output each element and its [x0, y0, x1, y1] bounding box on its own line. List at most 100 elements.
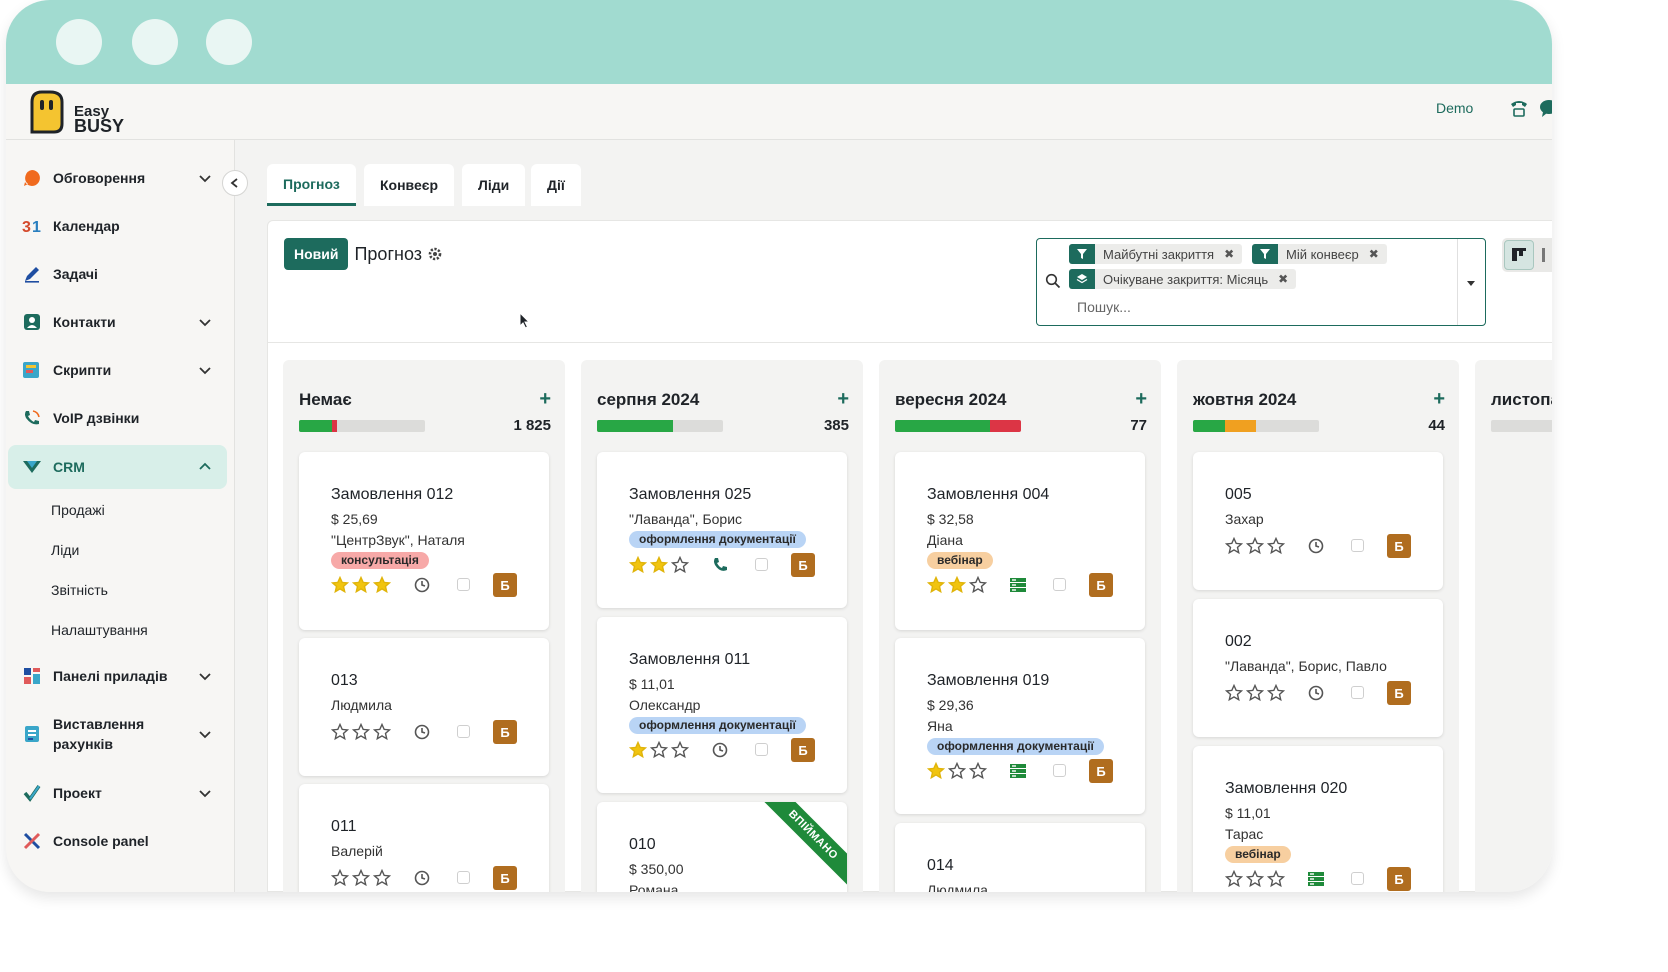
kanban-view-button[interactable]: [1504, 240, 1534, 270]
facet-my-pipeline[interactable]: Мій конвеєр ✖: [1252, 244, 1387, 264]
kanban-card[interactable]: 002 "Лаванда", Борис, Павло Б: [1193, 599, 1443, 737]
checkbox[interactable]: [1053, 764, 1066, 777]
star-empty-icon[interactable]: [671, 741, 689, 759]
phone-icon[interactable]: [711, 556, 729, 574]
sidebar-item-calendar[interactable]: 31 Календар: [8, 204, 227, 248]
new-button[interactable]: Новий: [284, 238, 349, 270]
add-icon[interactable]: +: [1135, 388, 1147, 411]
facet-expected-closing[interactable]: Очікуване закриття: Місяць ✖: [1069, 269, 1297, 289]
tab-leads[interactable]: Ліди: [462, 164, 526, 206]
star-filled-icon[interactable]: [927, 576, 945, 594]
kanban-card[interactable]: 013 Людмила Б: [299, 638, 549, 776]
crm-sub-reporting[interactable]: Звітність: [51, 582, 108, 598]
star-empty-icon[interactable]: [1267, 537, 1285, 555]
window-dot-3[interactable]: [206, 19, 252, 65]
star-empty-icon[interactable]: [352, 723, 370, 741]
star-empty-icon[interactable]: [969, 762, 987, 780]
tab-forecast[interactable]: Прогноз: [267, 164, 356, 206]
kanban-card[interactable]: Замовлення 020 $ 11,01 Тарас вебінар Б: [1193, 746, 1443, 892]
avatar[interactable]: Б: [1387, 681, 1411, 705]
checkbox[interactable]: [755, 743, 768, 756]
star-empty-icon[interactable]: [331, 869, 349, 887]
close-icon[interactable]: ✖: [1278, 272, 1288, 286]
priority-stars[interactable]: [331, 576, 391, 594]
kanban-card[interactable]: 014 Людмила: [895, 823, 1145, 892]
clock-icon[interactable]: [413, 723, 431, 741]
close-icon[interactable]: ✖: [1224, 247, 1234, 261]
window-dot-2[interactable]: [132, 19, 178, 65]
sidebar-item-tasks[interactable]: Задачі: [8, 252, 227, 296]
priority-stars[interactable]: [927, 576, 987, 594]
star-empty-icon[interactable]: [1267, 684, 1285, 702]
priority-stars[interactable]: [331, 723, 391, 741]
star-empty-icon[interactable]: [1246, 870, 1264, 888]
star-empty-icon[interactable]: [1225, 870, 1243, 888]
crm-sub-settings[interactable]: Налаштування: [51, 622, 148, 638]
avatar[interactable]: Б: [791, 553, 815, 577]
crm-sub-sales[interactable]: Продажі: [51, 502, 105, 518]
priority-stars[interactable]: [1225, 684, 1285, 702]
sidebar-item-invoicing[interactable]: Виставлення рахунків: [8, 712, 227, 756]
search-panel[interactable]: Майбутні закриття ✖ Мій конвеєр ✖ Очікув…: [1036, 238, 1486, 326]
clock-icon[interactable]: [711, 741, 729, 759]
star-filled-icon[interactable]: [650, 556, 668, 574]
sidebar-item-dashboards[interactable]: Панелі приладів: [8, 654, 227, 698]
star-empty-icon[interactable]: [1246, 537, 1264, 555]
star-filled-icon[interactable]: [629, 741, 647, 759]
gear-icon[interactable]: [428, 247, 442, 261]
priority-stars[interactable]: [1225, 870, 1285, 888]
activity-list-icon[interactable]: [1009, 762, 1027, 780]
checkbox[interactable]: [1351, 686, 1364, 699]
tab-activities[interactable]: Дії: [531, 164, 581, 206]
priority-stars[interactable]: [629, 556, 689, 574]
star-empty-icon[interactable]: [1225, 684, 1243, 702]
star-empty-icon[interactable]: [948, 762, 966, 780]
column-progress-bar[interactable]: [299, 420, 425, 432]
company-name[interactable]: Demo: [1436, 100, 1473, 116]
star-empty-icon[interactable]: [650, 741, 668, 759]
avatar[interactable]: Б: [791, 738, 815, 762]
checkbox[interactable]: [1053, 578, 1066, 591]
checkbox[interactable]: [755, 558, 768, 571]
star-filled-icon[interactable]: [948, 576, 966, 594]
column-progress-bar[interactable]: [1491, 420, 1552, 432]
priority-stars[interactable]: [629, 741, 689, 759]
priority-stars[interactable]: [331, 869, 391, 887]
checkbox[interactable]: [1351, 872, 1364, 885]
kanban-card[interactable]: Замовлення 011 $ 11,01 Олександр оформле…: [597, 617, 847, 793]
checkbox[interactable]: [457, 725, 470, 738]
star-filled-icon[interactable]: [352, 576, 370, 594]
add-icon[interactable]: +: [539, 388, 551, 411]
star-empty-icon[interactable]: [373, 723, 391, 741]
sidebar-collapse-button[interactable]: [222, 170, 248, 196]
avatar[interactable]: Б: [1387, 534, 1411, 558]
kanban-card[interactable]: 005 Захар Б: [1193, 452, 1443, 590]
kanban-card[interactable]: Замовлення 012 $ 25,69 "ЦентрЗвук", Ната…: [299, 452, 549, 630]
messages-icon[interactable]: [1538, 97, 1552, 119]
checkbox[interactable]: [457, 871, 470, 884]
add-icon[interactable]: +: [1433, 388, 1445, 411]
kanban-card[interactable]: 011 Валерій Б: [299, 784, 549, 892]
sidebar-item-console[interactable]: Console panel: [8, 819, 227, 863]
avatar[interactable]: Б: [1387, 867, 1411, 891]
star-filled-icon[interactable]: [629, 556, 647, 574]
checkbox[interactable]: [1351, 539, 1364, 552]
list-view-button[interactable]: [1542, 248, 1552, 267]
avatar[interactable]: Б: [493, 720, 517, 744]
kanban-card[interactable]: Замовлення 025 "Лаванда", Борис оформлен…: [597, 452, 847, 608]
checkbox[interactable]: [457, 578, 470, 591]
sidebar-item-contacts[interactable]: Контакти: [8, 300, 227, 344]
clock-icon[interactable]: [413, 869, 431, 887]
avatar[interactable]: Б: [1089, 759, 1113, 783]
activity-list-icon[interactable]: [1009, 576, 1027, 594]
star-empty-icon[interactable]: [1246, 684, 1264, 702]
add-icon[interactable]: +: [837, 388, 849, 411]
sidebar-item-crm[interactable]: CRM: [8, 445, 227, 489]
star-filled-icon[interactable]: [331, 576, 349, 594]
window-dot-1[interactable]: [56, 19, 102, 65]
clock-icon[interactable]: [413, 576, 431, 594]
star-empty-icon[interactable]: [1225, 537, 1243, 555]
star-empty-icon[interactable]: [671, 556, 689, 574]
kanban-card[interactable]: Замовлення 019 $ 29,36 Яна оформлення до…: [895, 638, 1145, 814]
activity-list-icon[interactable]: [1307, 870, 1325, 888]
